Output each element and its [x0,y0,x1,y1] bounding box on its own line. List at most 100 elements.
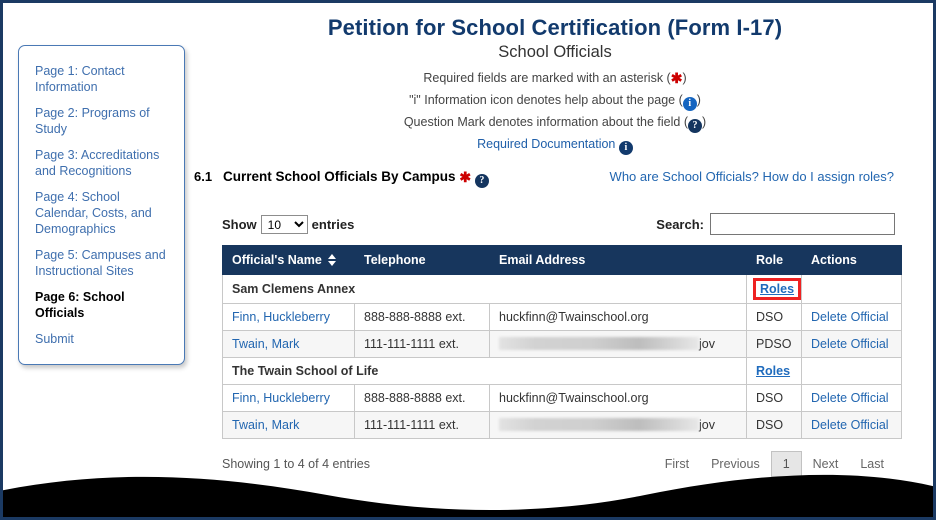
official-name-cell: Twain, Mark [222,411,355,439]
search-input[interactable] [710,213,895,235]
sidebar-item-label: Page 5: Campuses and Instructional Sites [35,248,166,278]
campus-name-cell: Sam Clemens Annex [222,274,747,304]
required-documentation-line: Required Documentation i [189,133,921,155]
entries-length-control: Show102550100entries [222,215,354,234]
official-name-cell: Finn, Huckleberry [222,384,355,412]
sidebar-item-label: Page 6: School Officials [35,290,125,320]
legend-question-text-post: ) [702,115,707,129]
column-header-label: Role [756,253,784,267]
delete-official-link[interactable]: Delete Official [811,391,889,405]
actions-cell: Delete Official [801,411,902,439]
page-subtitle: School Officials [498,43,612,61]
email-cell: jov [489,411,747,439]
sidebar-item-3[interactable]: Page 4: School Calendar, Costs, and Demo… [19,184,184,242]
sidebar-item-label: Page 1: Contact Information [35,64,125,94]
official-name-link[interactable]: Twain, Mark [232,418,299,432]
search-label: Search: [656,216,704,232]
sidebar-item-label: Submit [35,332,74,346]
email-cell: huckfinn@Twainschool.org [489,303,747,331]
pagination-first[interactable]: First [654,452,700,476]
sort-arrows-icon[interactable] [327,254,336,266]
legend-question-text-pre: Question Mark denotes information about … [403,115,688,129]
column-header-act: Actions [801,245,902,275]
officials-table: Official's Name Telephone Email Address Rol… [222,245,902,439]
telephone-cell: 111-111-1111 ext. [354,330,490,358]
column-header-email: Email Address [489,245,747,275]
campus-actions-cell [801,357,902,385]
column-header-label: Actions [811,253,857,267]
legend-asterisk-text-pre: Required fields are marked with an aster… [423,71,671,85]
sidebar-item-0[interactable]: Page 1: Contact Information [19,58,184,100]
info-icon: i [682,97,697,111]
sidebar-item-6[interactable]: Submit [19,326,184,352]
email-cell: huckfinn@Twainschool.org [489,384,747,412]
table-search: Search: [656,213,895,235]
campus-name: Sam Clemens Annex [232,282,356,296]
table-row: Finn, Huckleberry 888-888-8888 ext. huckfi… [222,384,902,412]
legend-info-text-pre: "i" Information icon denotes help about … [409,93,683,107]
roles-link[interactable]: Roles [752,278,801,300]
pagination-next[interactable]: Next [802,452,850,476]
officials-table-container: Show102550100entries Search: Official's … [189,213,921,481]
section-asterisk-icon: ✱ [459,169,472,185]
legend-asterisk-text-post: ) [682,71,687,85]
sidebar-item-4[interactable]: Page 5: Campuses and Instructional Sites [19,242,184,284]
section-title: Current School Officials By Campus ✱ ? [223,169,489,188]
sidebar-item-2[interactable]: Page 3: Accreditations and Recognitions [19,142,184,184]
pagination-previous[interactable]: Previous [700,452,771,476]
column-header-label: Telephone [364,253,426,267]
email-text: huckfinn@Twainschool.org [499,391,649,405]
required-documentation-link[interactable]: Required Documentation [477,137,615,151]
official-name-cell: Finn, Huckleberry [222,303,355,331]
table-header-row: Official's Name Telephone Email Address Rol… [222,245,902,275]
section-title-text: Current School Officials By Campus [223,169,456,184]
delete-official-link[interactable]: Delete Official [811,337,889,351]
column-header-role: Role [746,245,802,275]
roles-link[interactable]: Roles [756,364,790,378]
campus-roles-cell: Roles [746,274,802,304]
official-name-link[interactable]: Finn, Huckleberry [232,310,330,324]
telephone-cell: 888-888-8888 ext. [354,303,490,331]
table-controls: Show102550100entries Search: [222,213,895,241]
sidebar-item-label: Page 4: School Calendar, Costs, and Demo… [35,190,152,236]
pagination: First Previous 1 Next Last [654,451,895,477]
asterisk-icon: ✱ [670,70,683,86]
school-officials-help-link[interactable]: Who are School Officials? How do I assig… [610,169,894,184]
column-header-tel: Telephone [354,245,490,275]
official-name-link[interactable]: Finn, Huckleberry [232,391,330,405]
campus-name-cell: The Twain School of Life [222,357,747,385]
required-documentation-info-icon[interactable]: i [618,141,633,155]
question-mark-icon: ? [688,119,702,133]
sidebar-item-5[interactable]: Page 6: School Officials [19,284,184,326]
telephone-cell: 888-888-8888 ext. [354,384,490,412]
section-header: 6.1 Current School Officials By Campus ✱… [189,167,921,191]
sidebar-item-1[interactable]: Page 2: Programs of Study [19,100,184,142]
role-cell: PDSO [746,330,802,358]
legend-question-line: Question Mark denotes information about … [189,111,921,133]
campus-name: The Twain School of Life [232,364,379,378]
campus-roles-cell: Roles [746,357,802,385]
role-cell: DSO [746,411,802,439]
section-question-mark-icon[interactable]: ? [474,174,489,188]
entries-length-select[interactable]: 102550100 [260,215,308,234]
pagination-1[interactable]: 1 [770,451,802,477]
role-cell: DSO [746,384,802,412]
column-header-label: Email Address [499,253,586,267]
column-header-name[interactable]: Official's Name [222,245,355,275]
delete-official-link[interactable]: Delete Official [811,310,889,324]
pagination-last[interactable]: Last [849,452,895,476]
delete-official-link[interactable]: Delete Official [811,418,889,432]
role-cell: DSO [746,303,802,331]
show-label: Show [222,217,257,232]
actions-cell: Delete Official [801,330,902,358]
sidebar-item-label: Page 3: Accreditations and Recognitions [35,148,160,178]
table-footer: Showing 1 to 4 of 4 entries First Previou… [222,451,895,481]
redacted-email-bar [499,418,699,431]
official-name-cell: Twain, Mark [222,330,355,358]
screenshot-frame: Page 1: Contact Information Page 2: Progr… [0,0,936,520]
table-body: Sam Clemens Annex Roles Finn, Huckleberry 8… [222,274,902,439]
official-name-link[interactable]: Twain, Mark [232,337,299,351]
page-title: Petition for School Certification (Form … [327,15,783,40]
legend-info-text-post: ) [696,93,701,107]
entries-label: entries [311,217,355,232]
